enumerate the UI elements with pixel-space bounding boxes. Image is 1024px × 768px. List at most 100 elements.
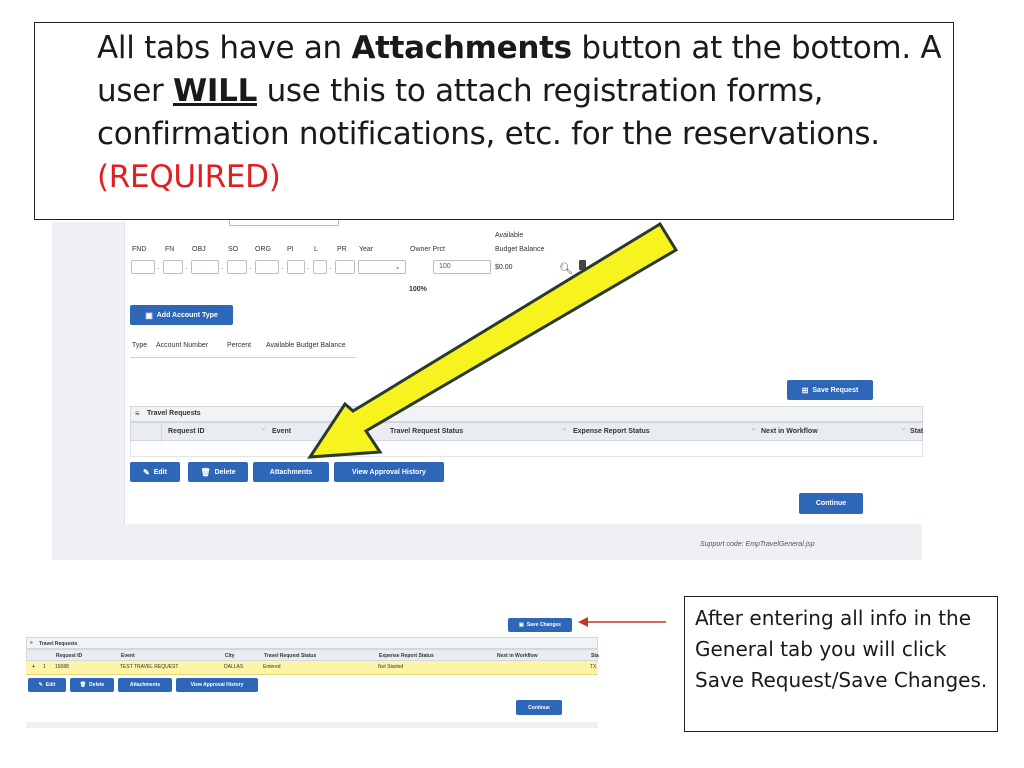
owner-prct-label: Owner Prct: [410, 246, 446, 253]
sort-icon[interactable]: ⌄: [901, 425, 906, 432]
trash-icon: 🗑︎: [79, 682, 87, 688]
bottom-travel-requests-title: Travel Requests: [39, 641, 78, 647]
column-event[interactable]: Event: [272, 428, 291, 435]
total-percent: 100%: [409, 286, 427, 293]
separator-dot: .: [249, 262, 252, 271]
l-label: L: [314, 246, 318, 253]
travel-requests-header-row: Request ID ⌄ Event Travel Request Status…: [130, 422, 923, 442]
percent-header: Percent: [227, 342, 252, 349]
menu-icon[interactable]: ≡: [30, 640, 33, 646]
plus-icon: ⊞: [801, 385, 809, 395]
trash-icon[interactable]: [579, 260, 586, 270]
travel-requests-title-bar: ≡ Travel Requests: [130, 406, 923, 422]
note-required: (REQUIRED): [97, 159, 281, 195]
table-row[interactable]: + 1 15088 TEST TRAVEL REQUEST DALLAS Ent…: [26, 661, 598, 675]
column-expense-report-status[interactable]: Expense Report Status: [573, 428, 650, 435]
year-label: Year: [359, 246, 374, 253]
bottom-header-row: Request ID Event City Travel Request Sta…: [26, 649, 599, 661]
bottom-column-next-in-workflow[interactable]: Next in Workflow: [497, 653, 537, 659]
form-area: Available Budget Balance FND FN OBJ SO O…: [124, 216, 923, 524]
continue-button[interactable]: Continue: [799, 493, 863, 514]
separator-dot: .: [329, 262, 332, 271]
bottom-column-travel-request-status[interactable]: Travel Request Status: [264, 653, 316, 659]
account-number-header: Account Number: [156, 342, 209, 349]
separator-dot: .: [157, 262, 160, 271]
bottom-column-event[interactable]: Event: [121, 653, 135, 659]
row-index: 1: [43, 664, 46, 670]
save-request-button[interactable]: ⊞ Save Request: [787, 380, 873, 400]
continue-label: Continue: [815, 500, 847, 507]
attachments-label: Attachments: [269, 468, 313, 476]
obj-input[interactable]: [191, 260, 219, 274]
fnd-label: FND: [132, 246, 147, 253]
column-next-in-workflow[interactable]: Next in Workflow: [761, 428, 818, 435]
column-travel-request-status[interactable]: Travel Request Status: [390, 428, 463, 435]
save-changes-button[interactable]: ▣ Save Changes: [508, 618, 572, 632]
instruction-note: All tabs have an Attachments button at t…: [34, 22, 954, 220]
edit-icon: ✎: [38, 682, 43, 688]
red-arrow-head: [578, 617, 588, 627]
row-request-id: 15088: [55, 664, 69, 670]
pi-input[interactable]: [287, 260, 305, 274]
row-travel-request-status: Entered: [263, 664, 281, 670]
save-icon: ▣: [519, 622, 524, 628]
attachments-button[interactable]: Attachments: [253, 462, 329, 482]
owner-prct-input[interactable]: 100: [433, 260, 491, 274]
sort-icon[interactable]: ⌄: [751, 425, 756, 432]
expand-icon[interactable]: +: [32, 664, 35, 670]
menu-icon[interactable]: ≡: [135, 409, 140, 418]
pr-input[interactable]: [335, 260, 355, 274]
sort-icon[interactable]: ⌄: [562, 425, 567, 432]
bottom-continue-label: Continue: [528, 704, 550, 711]
main-screenshot: Available Budget Balance FND FN OBJ SO O…: [52, 216, 923, 560]
note-text-part1: All tabs have an: [97, 30, 352, 66]
bottom-continue-button[interactable]: Continue: [516, 700, 562, 715]
search-icon[interactable]: 🔍︎: [559, 262, 573, 275]
edit-icon: ✎: [143, 467, 150, 477]
callout-text: After entering all info in the General t…: [695, 606, 988, 692]
bottom-view-approval-history-button[interactable]: View Approval History: [176, 678, 258, 692]
delete-label: Delete: [214, 468, 236, 476]
separator-dot: .: [307, 262, 310, 271]
bottom-column-status[interactable]: Sta: [591, 653, 599, 659]
bottom-edit-label: Edit: [45, 682, 56, 688]
row-city: DALLAS: [224, 664, 244, 670]
fn-label: FN: [165, 246, 175, 253]
separator-dot: .: [281, 262, 284, 271]
column-request-id[interactable]: Request ID: [168, 428, 205, 435]
bottom-column-city[interactable]: City: [225, 653, 234, 659]
travel-requests-title: Travel Requests: [147, 410, 201, 417]
bottom-attachments-button[interactable]: Attachments: [118, 678, 172, 692]
fn-input[interactable]: [163, 260, 183, 274]
chevron-down-icon: ⌄: [394, 262, 401, 271]
bottom-column-expense-report-status[interactable]: Expense Report Status: [379, 653, 434, 659]
bottom-attachments-label: Attachments: [129, 682, 161, 688]
year-select[interactable]: ⌄: [358, 260, 406, 274]
edit-label: Edit: [153, 468, 167, 476]
owner-prct-value: 100: [439, 263, 451, 270]
so-input[interactable]: [227, 260, 247, 274]
delete-button[interactable]: 🗑︎ Delete: [188, 462, 248, 482]
column-divider: [161, 423, 162, 442]
available-label: Available: [495, 232, 524, 239]
note-attachments-word: Attachments: [351, 30, 572, 66]
edit-button[interactable]: ✎ Edit: [130, 462, 180, 482]
column-status[interactable]: Stat: [910, 428, 923, 435]
fnd-input[interactable]: [131, 260, 155, 274]
trash-icon: 🗑︎: [200, 467, 211, 477]
l-input[interactable]: [313, 260, 327, 274]
support-code: Support code: EmpTravelGeneral.jsp: [700, 541, 815, 548]
bottom-title-bar: ≡ Travel Requests: [26, 637, 598, 649]
org-input[interactable]: [255, 260, 279, 274]
so-label: SO: [228, 246, 239, 253]
add-account-type-label: Add Account Type: [156, 311, 218, 319]
sort-icon[interactable]: ⌄: [261, 425, 266, 432]
bottom-edit-button[interactable]: ✎ Edit: [28, 678, 66, 692]
bottom-column-request-id[interactable]: Request ID: [56, 653, 82, 659]
view-approval-history-button[interactable]: View Approval History: [334, 462, 444, 482]
save-changes-label: Save Changes: [526, 622, 561, 628]
org-label: ORG: [255, 246, 271, 253]
add-account-type-button[interactable]: ▣ Add Account Type: [130, 305, 233, 325]
callout-box: After entering all info in the General t…: [684, 596, 998, 732]
bottom-delete-button[interactable]: 🗑︎ Delete: [70, 678, 114, 692]
